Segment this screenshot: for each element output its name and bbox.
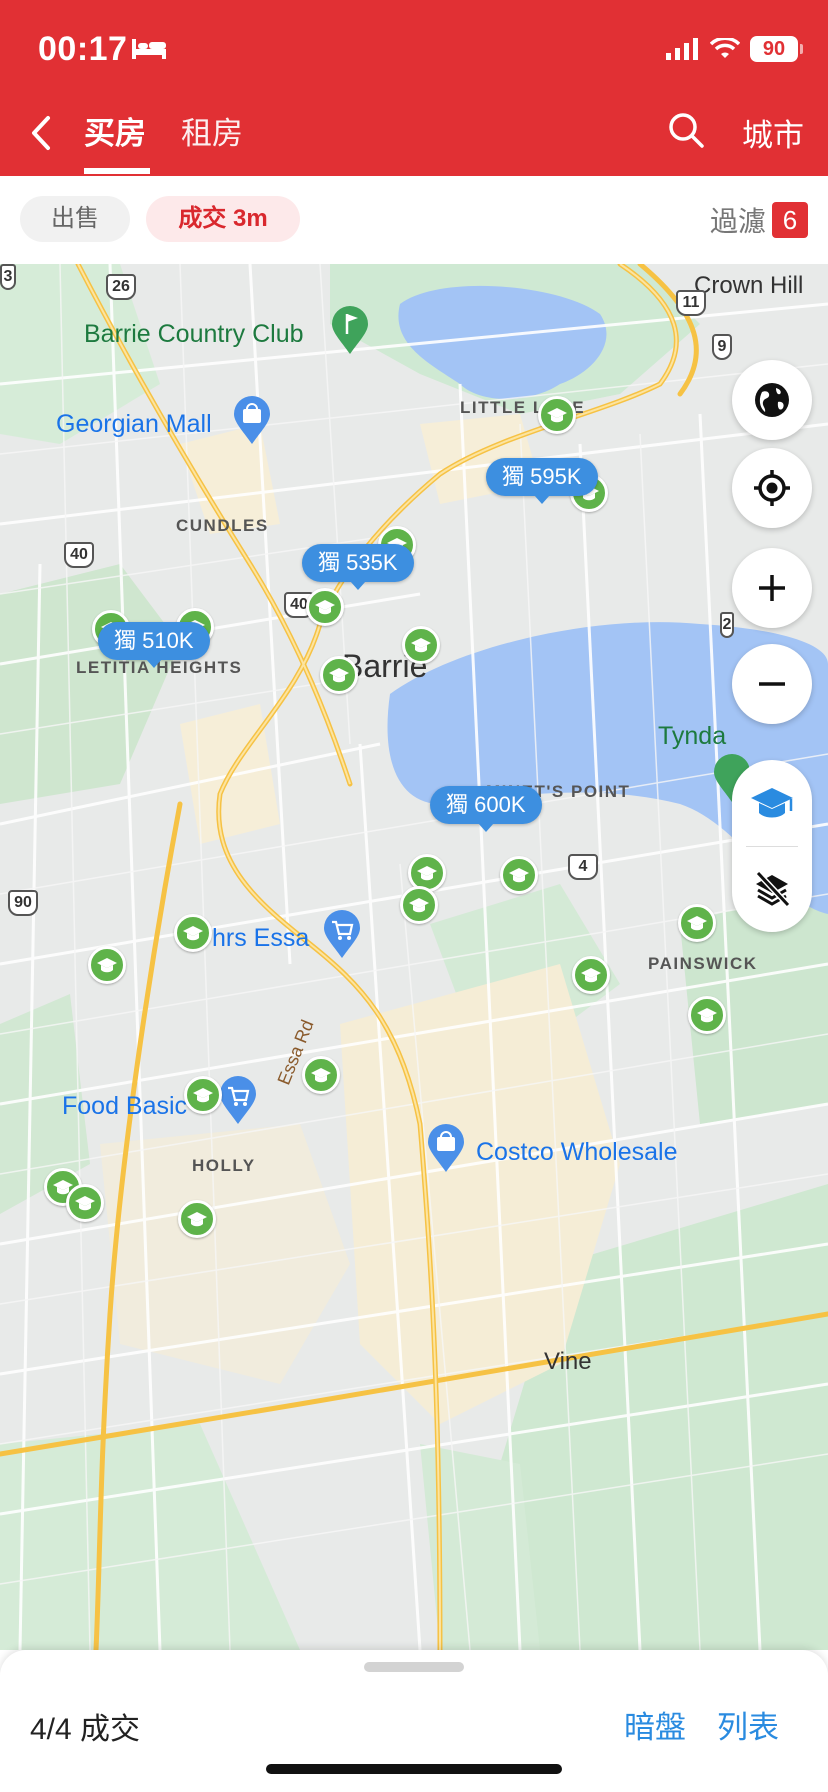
tab-rent[interactable]: 租房 <box>181 108 243 153</box>
golf-poi-icon[interactable] <box>330 306 370 356</box>
status-bar: 00:17 90 <box>0 0 828 90</box>
road-shield-26: 26 <box>106 274 136 300</box>
back-icon[interactable] <box>22 108 62 158</box>
place-holly: HOLLY <box>192 1156 256 1175</box>
filter-label: 過濾 <box>709 206 766 237</box>
wifi-icon <box>710 38 740 58</box>
app-header: 00:17 90 买房 租房 城市 <box>0 0 828 176</box>
school-icon[interactable] <box>688 996 726 1034</box>
grocery-poi-icon[interactable] <box>218 1076 258 1126</box>
price-pin-535k[interactable]: 獨 535K <box>302 544 414 590</box>
shopping-cart-poi-icon[interactable] <box>322 910 362 960</box>
school-icon[interactable] <box>88 946 126 984</box>
place-food-basics: Food Basic <box>62 1092 188 1120</box>
sheet-grabber[interactable] <box>364 1662 464 1672</box>
school-icon[interactable] <box>306 588 344 626</box>
school-icon[interactable] <box>184 1076 222 1114</box>
school-icon[interactable] <box>66 1184 104 1222</box>
place-vine: Vine <box>544 1348 592 1375</box>
price-pin-595k[interactable]: 獨 595K <box>486 458 598 504</box>
road-shield-11: 11 <box>676 290 706 316</box>
map-view[interactable]: Crown Hill Barrie Country Club Georgian … <box>0 264 828 1650</box>
results-sheet[interactable]: 4/4 成交 暗盤 列表 <box>0 1650 828 1792</box>
graduation-cap-icon <box>751 788 793 818</box>
shopping-poi-icon[interactable] <box>232 396 272 446</box>
road-shield-2: 2 <box>720 612 734 638</box>
school-icon[interactable] <box>678 904 716 942</box>
battery-level: 90 <box>762 38 786 60</box>
status-icons: 90 <box>666 34 803 64</box>
signal-icon <box>666 38 698 60</box>
my-location-button[interactable] <box>732 448 812 528</box>
city-button[interactable]: 城市 <box>742 110 804 155</box>
hide-layers-button[interactable] <box>732 846 812 932</box>
school-icon[interactable] <box>320 656 358 694</box>
school-icon[interactable] <box>538 396 576 434</box>
school-icon[interactable] <box>402 626 440 664</box>
place-georgian-mall: Georgian Mall <box>56 410 212 438</box>
place-cundles: CUNDLES <box>176 516 269 535</box>
minus-icon <box>759 682 785 686</box>
road-shield-90: 90 <box>8 890 38 916</box>
place-barrie-country-club: Barrie Country Club <box>84 320 304 348</box>
home-indicator <box>266 1764 562 1774</box>
layers-off-icon <box>755 870 791 908</box>
crosshair-icon <box>754 470 790 506</box>
school-icon[interactable] <box>178 1200 216 1238</box>
place-essa: hrs Essa <box>212 924 310 952</box>
sold-chip[interactable]: 成交 3m <box>146 196 300 242</box>
bed-icon <box>132 39 166 59</box>
results-count: 4/4 成交 <box>30 1713 141 1746</box>
school-icon[interactable] <box>302 1056 340 1094</box>
place-costco: Costco Wholesale <box>476 1138 678 1166</box>
costco-poi-icon[interactable] <box>426 1124 466 1174</box>
active-tab-indicator <box>84 168 150 174</box>
school-layer-button[interactable] <box>732 760 812 846</box>
school-icon[interactable] <box>572 956 610 994</box>
road-shield-9: 9 <box>712 334 732 360</box>
place-painswick: PAINSWICK <box>648 954 758 973</box>
school-icon[interactable] <box>400 886 438 924</box>
school-icon[interactable] <box>174 914 212 952</box>
battery-icon: 90 <box>750 36 803 62</box>
road-shield-3: 3 <box>0 264 16 290</box>
plus-icon <box>759 575 785 601</box>
school-icon[interactable] <box>500 856 538 894</box>
private-sales-link[interactable]: 暗盤 <box>624 1702 686 1747</box>
filter-bar: 出售 成交 3m 過濾 6 <box>0 176 828 264</box>
list-view-link[interactable]: 列表 <box>717 1702 779 1747</box>
top-nav: 买房 租房 城市 <box>0 90 828 176</box>
globe-icon <box>755 383 789 417</box>
tab-buy[interactable]: 买房 <box>84 108 146 153</box>
layer-controls <box>732 760 812 932</box>
filter-count-badge: 6 <box>772 202 808 238</box>
road-shield-40-west: 40 <box>64 542 94 568</box>
globe-button[interactable] <box>732 360 812 440</box>
place-crown-hill: Crown Hill <box>694 272 804 299</box>
zoom-in-button[interactable] <box>732 548 812 628</box>
filter-button[interactable]: 過濾 6 <box>710 200 808 240</box>
road-shield-4: 4 <box>568 854 598 880</box>
search-icon[interactable] <box>666 110 706 150</box>
status-time: 00:17 <box>38 30 128 68</box>
price-pin-600k[interactable]: 獨 600K <box>430 786 542 832</box>
price-pin-510k[interactable]: 獨 510K <box>98 622 210 668</box>
for-sale-chip[interactable]: 出售 <box>20 196 130 242</box>
place-tyndale: Tynda <box>658 722 727 750</box>
zoom-out-button[interactable] <box>732 644 812 724</box>
